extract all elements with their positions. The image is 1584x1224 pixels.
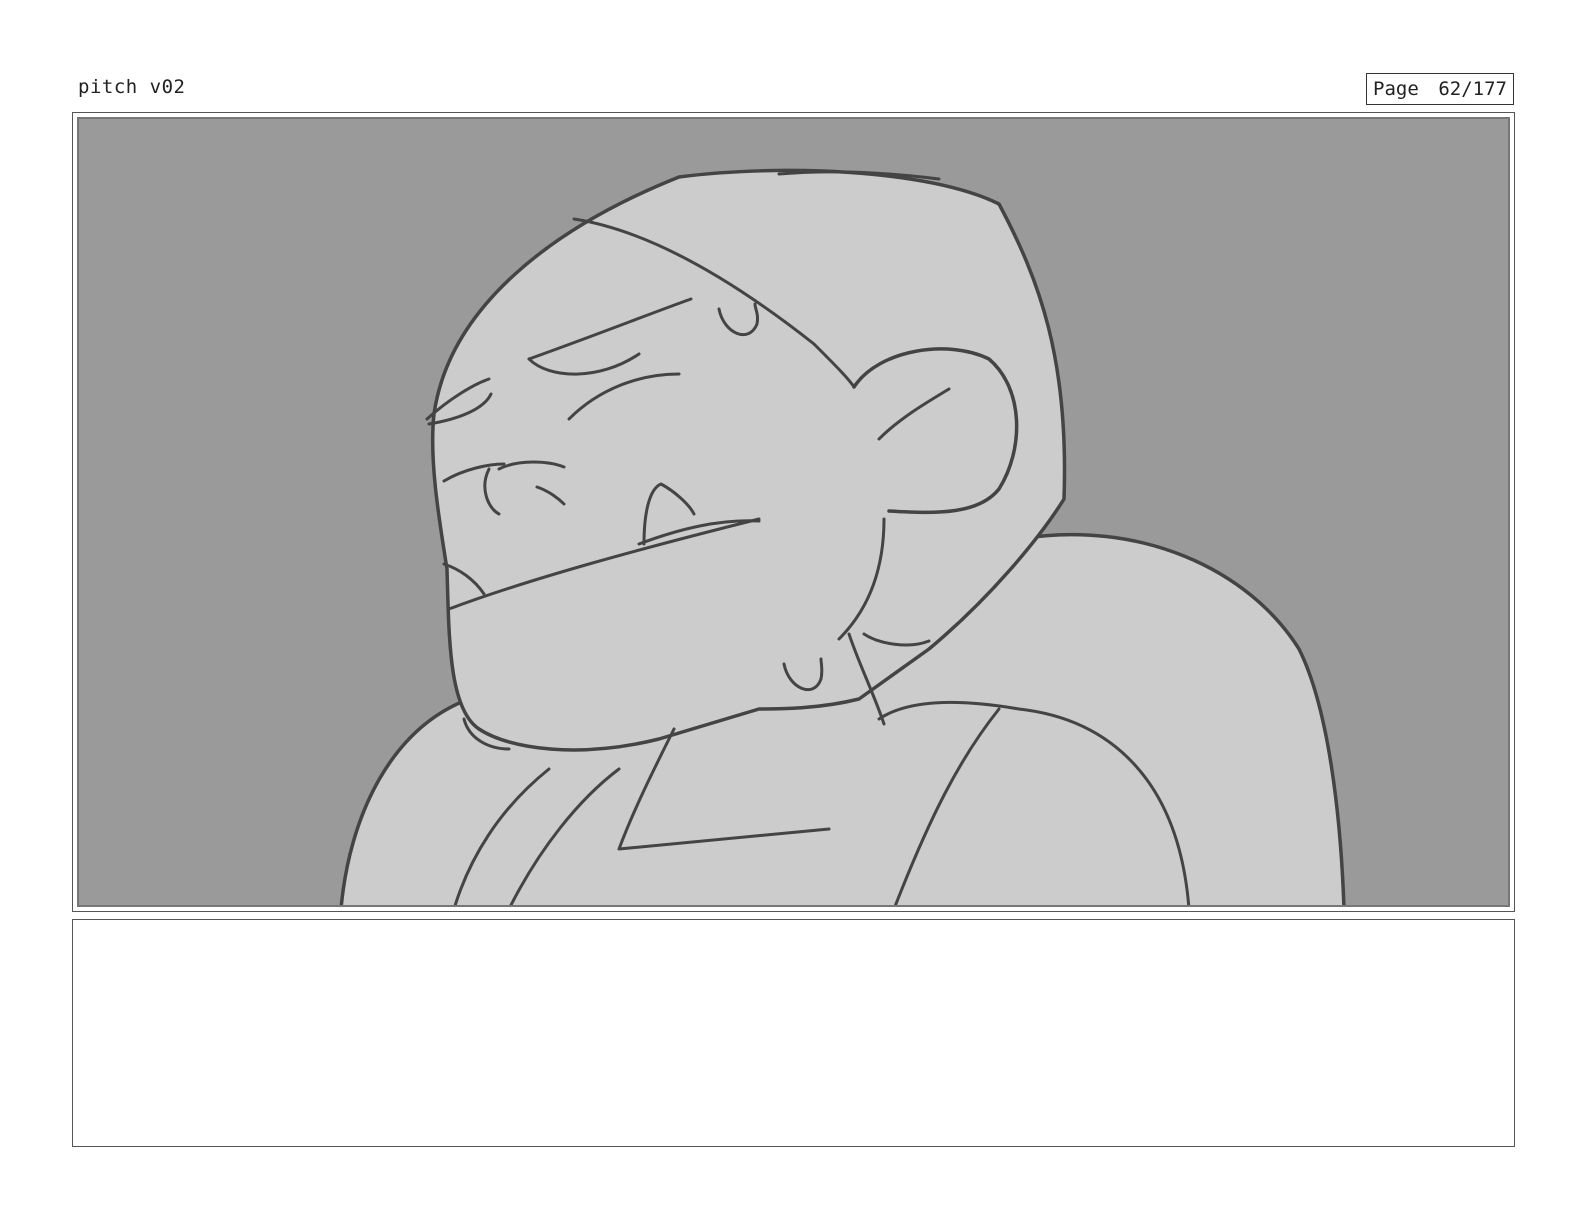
document-title: pitch v02 [78, 76, 186, 98]
page-indicator: Page 62/177 [1366, 73, 1514, 105]
storyboard-panel [72, 112, 1515, 912]
panel-image-area [77, 117, 1510, 907]
panel-notes-box [72, 919, 1515, 1147]
character-sketch-icon [339, 168, 1346, 905]
page-number: 62/177 [1438, 78, 1507, 100]
page-label: Page [1373, 78, 1419, 100]
